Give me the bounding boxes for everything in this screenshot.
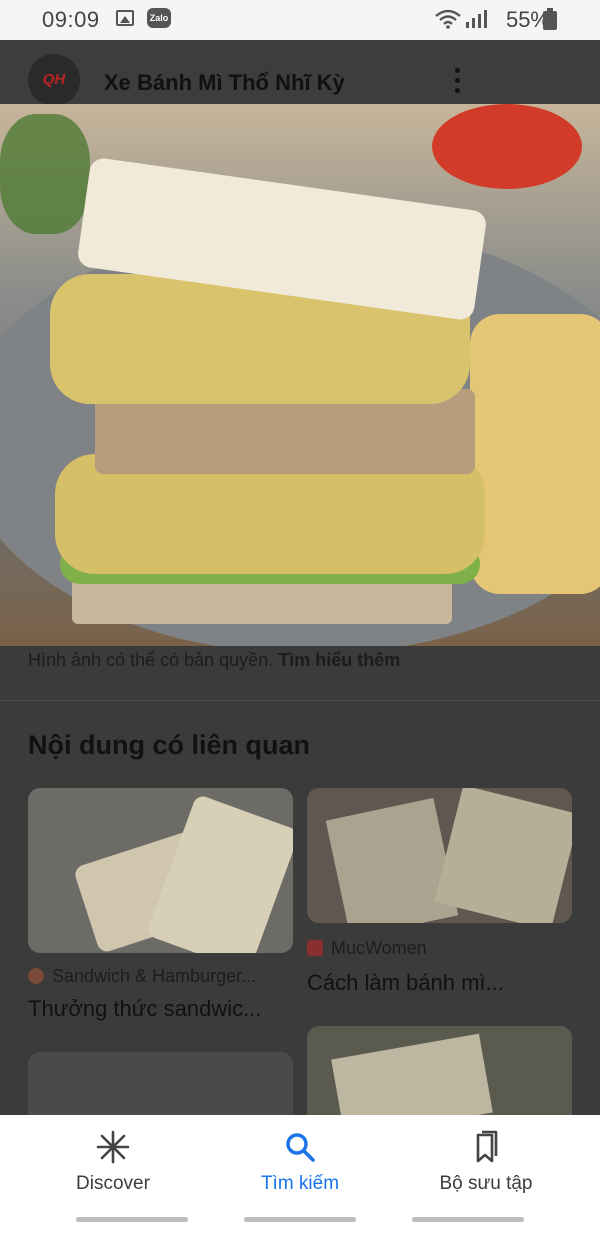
page-title[interactable]: Xe Bánh Mì Thổ Nhĩ Kỳ	[104, 70, 345, 96]
nav-label: Tìm kiếm	[260, 1173, 340, 1194]
related-card-source[interactable]: Sandwich & Hamburger...	[28, 966, 256, 987]
asterisk-icon	[33, 1129, 193, 1167]
gesture-handle	[412, 1217, 524, 1222]
source-label: Sandwich & Hamburger...	[52, 966, 257, 986]
nav-search[interactable]: Tìm kiếm	[220, 1129, 380, 1195]
gesture-handle	[244, 1217, 356, 1222]
status-time: 09:09	[42, 7, 100, 32]
search-icon	[220, 1129, 380, 1167]
signal-icon	[466, 10, 487, 28]
nav-collections[interactable]: Bộ sưu tập	[406, 1129, 566, 1195]
site-logo[interactable]: QH	[28, 54, 80, 106]
image-viewer: QH Xe Bánh Mì Thổ Nhĩ Kỳ Hình ảnh có thể…	[0, 40, 600, 1132]
herb-shape	[0, 114, 90, 234]
viewer-header: QH Xe Bánh Mì Thổ Nhĩ Kỳ	[0, 40, 600, 106]
learn-more-link[interactable]: Tìm hiểu thêm	[278, 650, 400, 670]
collections-icon	[406, 1129, 566, 1167]
wifi-icon	[435, 9, 461, 29]
related-card-image[interactable]	[28, 788, 293, 953]
site-favicon-icon	[307, 940, 323, 956]
related-card-source[interactable]: MucWomen	[307, 938, 427, 959]
nav-discover[interactable]: Discover	[33, 1129, 193, 1195]
site-favicon-icon	[28, 968, 44, 984]
related-heading: Nội dung có liên quan	[28, 730, 310, 760]
copyright-caption: Hình ảnh có thể có bản quyền. Tìm hiểu t…	[28, 650, 400, 671]
status-bar: 09:09 Zalo 55%	[0, 0, 600, 40]
nav-label: Discover	[76, 1173, 150, 1194]
zalo-notification-icon: Zalo	[147, 8, 171, 28]
related-card-title[interactable]: Thưởng thức sandwic...	[28, 996, 261, 1022]
nav-label: Bộ sưu tập	[439, 1173, 533, 1194]
source-label: MucWomen	[331, 938, 427, 958]
image-notification-icon	[116, 10, 134, 26]
more-options-icon[interactable]	[452, 68, 462, 102]
related-card-title[interactable]: Cách làm bánh mì...	[307, 970, 504, 996]
chips-shape	[470, 314, 600, 594]
divider	[0, 700, 600, 701]
related-card-image[interactable]	[307, 1026, 572, 1126]
copyright-text: Hình ảnh có thể có bản quyền.	[28, 650, 274, 670]
related-card-image[interactable]	[307, 788, 572, 923]
bottom-navigation: Discover Tìm kiếm Bộ sưu tập	[0, 1115, 600, 1233]
sandwich-photo[interactable]	[0, 104, 600, 646]
battery-icon	[543, 8, 557, 30]
gesture-handle	[76, 1217, 188, 1222]
tomato-shape	[432, 104, 582, 189]
